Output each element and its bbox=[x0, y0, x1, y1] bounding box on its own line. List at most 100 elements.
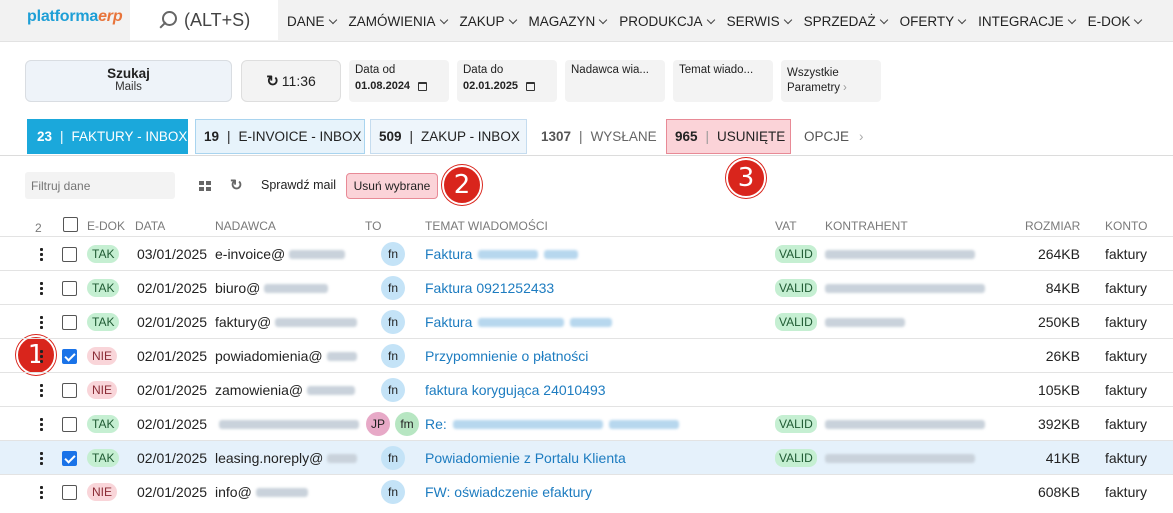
app-logo[interactable]: platformaerp bbox=[27, 8, 123, 26]
row-size: 84KB bbox=[1045, 280, 1080, 296]
grid-view-icon[interactable] bbox=[199, 181, 212, 191]
menu-oferty[interactable]: OFERTY bbox=[900, 14, 967, 29]
tab-opcje[interactable]: OPCJE › bbox=[796, 119, 876, 154]
col-header-edok[interactable]: E-DOK bbox=[87, 219, 125, 233]
row-menu-icon[interactable] bbox=[38, 271, 44, 305]
tab-wyslane[interactable]: 1307 | WYSŁANE bbox=[533, 119, 661, 154]
row-date: 02/01/2025 bbox=[137, 314, 208, 330]
menu-edok[interactable]: E-DOK bbox=[1088, 14, 1143, 29]
chevron-down-icon bbox=[706, 15, 715, 24]
search-mails-button[interactable]: Szukaj Mails bbox=[25, 60, 232, 102]
row-menu-icon[interactable] bbox=[38, 407, 44, 441]
row-menu-icon[interactable] bbox=[38, 339, 44, 373]
calendar-icon[interactable] bbox=[526, 81, 536, 91]
row-menu-icon[interactable] bbox=[38, 441, 44, 475]
row-subject-link[interactable]: Faktura 0921252433 bbox=[425, 280, 554, 296]
select-all-checkbox[interactable] bbox=[63, 214, 78, 234]
tab-zakup-inbox[interactable]: 509 | ZAKUP - INBOX bbox=[370, 119, 527, 154]
date-from-field[interactable]: Data od 01.08.2024 bbox=[349, 60, 449, 102]
col-header-to[interactable]: TO bbox=[365, 219, 381, 233]
table-row[interactable]: TAK 03/01/2025 e-invoice@ fn Faktura VALID 264… bbox=[0, 236, 1173, 270]
recipient-avatar: fn bbox=[381, 310, 405, 334]
refresh-icon[interactable]: ↻ bbox=[230, 176, 243, 194]
menu-serwis[interactable]: SERWIS bbox=[727, 14, 792, 29]
sender-filter-field[interactable]: Nadawca wia... bbox=[565, 60, 665, 102]
chevron-down-icon bbox=[1067, 15, 1076, 24]
global-search[interactable]: (ALT+S) bbox=[130, 0, 278, 40]
table-row[interactable]: NIE 02/01/2025 zamowienia@ fn faktura korygu… bbox=[0, 372, 1173, 406]
col-header-data[interactable]: DATA bbox=[135, 219, 165, 233]
row-checkbox[interactable] bbox=[62, 441, 82, 475]
edok-status-badge: NIE bbox=[87, 347, 118, 365]
row-account: faktury bbox=[1105, 314, 1148, 330]
menu-produkcja[interactable]: PRODUKCJA bbox=[619, 14, 715, 29]
row-menu-icon[interactable] bbox=[38, 237, 44, 271]
row-date: 02/01/2025 bbox=[137, 450, 208, 466]
redacted-subject bbox=[478, 249, 539, 259]
row-checkbox[interactable] bbox=[62, 407, 82, 441]
menu-integracje[interactable]: INTEGRACJE bbox=[978, 14, 1076, 29]
recipient-avatar: fm bbox=[395, 412, 419, 436]
chevron-down-icon bbox=[599, 15, 608, 24]
recipient-avatar: fn bbox=[381, 276, 405, 300]
annotation-badge-3: 3 bbox=[726, 158, 766, 198]
col-header-temat[interactable]: TEMAT WIADOMOŚCI bbox=[425, 219, 548, 233]
tab-faktury-inbox[interactable]: 23 | FAKTURY - INBOX bbox=[27, 119, 188, 154]
row-checkbox[interactable] bbox=[62, 373, 82, 407]
all-parameters-button[interactable]: Wszystkie Parametry › bbox=[781, 60, 881, 102]
subject-filter-field[interactable]: Temat wiado... bbox=[673, 60, 773, 102]
col-header-vat[interactable]: VAT bbox=[775, 219, 797, 233]
params-line2: Parametry bbox=[787, 82, 841, 94]
chevron-down-icon bbox=[957, 15, 967, 24]
row-account: faktury bbox=[1105, 450, 1148, 466]
table-row[interactable]: TAK 02/01/2025 faktury@ fn Faktura VALID 250KB… bbox=[0, 304, 1173, 338]
chevron-down-icon bbox=[328, 15, 337, 24]
row-subject-link[interactable]: Re: bbox=[425, 416, 447, 432]
menu-magazyn[interactable]: MAGAZYN bbox=[529, 14, 608, 29]
redacted-subject bbox=[570, 317, 613, 327]
col-header-konto[interactable]: KONTO bbox=[1105, 219, 1147, 233]
row-menu-icon[interactable] bbox=[38, 305, 44, 339]
row-subject-link[interactable]: Faktura bbox=[425, 246, 472, 262]
menu-dane[interactable]: DANE bbox=[287, 14, 337, 29]
row-checkbox[interactable] bbox=[62, 271, 82, 305]
refresh-icon: ↻ bbox=[266, 73, 279, 90]
table-row[interactable]: TAK 02/01/2025 leasing.noreply@ fn Powiadomi… bbox=[0, 440, 1173, 474]
vat-valid-badge: VALID bbox=[775, 245, 817, 263]
table-row[interactable]: TAK 02/01/2025 biuro@ fn Faktura 0921252433 V… bbox=[0, 270, 1173, 304]
col-header-rozmiar[interactable]: ROZMIAR bbox=[1025, 219, 1080, 233]
row-size: 264KB bbox=[1037, 246, 1080, 262]
row-subject-link[interactable]: Powiadomienie z Portalu Klienta bbox=[425, 450, 626, 466]
calendar-icon[interactable] bbox=[418, 81, 428, 91]
col-header-kontrahent[interactable]: KONTRAHENT bbox=[825, 219, 908, 233]
col-header-nadawca[interactable]: NADAWCA bbox=[215, 219, 276, 233]
row-subject-link[interactable]: Przypomnienie o płatności bbox=[425, 348, 588, 364]
row-date: 02/01/2025 bbox=[137, 416, 208, 432]
row-sender: info@ bbox=[215, 484, 252, 500]
tab-e-invoice-inbox[interactable]: 19 | E-INVOICE - INBOX bbox=[195, 119, 365, 154]
menu-sprzedaz[interactable]: SPRZEDAŻ bbox=[804, 14, 888, 29]
row-menu-icon[interactable] bbox=[38, 475, 44, 509]
date-from-label: Data od bbox=[355, 64, 396, 76]
row-subject-link[interactable]: Faktura bbox=[425, 314, 472, 330]
check-mail-button[interactable]: Sprawdź mail bbox=[261, 178, 336, 192]
row-checkbox[interactable] bbox=[62, 305, 82, 339]
table-row[interactable]: NIE 02/01/2025 powiadomienia@ fn Przypomnien… bbox=[0, 338, 1173, 372]
table-row[interactable]: TAK 02/01/2025 JP fm Re: VALID 392KB faktury bbox=[0, 406, 1173, 440]
row-checkbox[interactable] bbox=[62, 339, 82, 373]
table-row[interactable]: NIE 02/01/2025 info@ fn FW: oświadczenie efa… bbox=[0, 474, 1173, 508]
menu-zamowienia[interactable]: ZAMÓWIENIA bbox=[349, 14, 448, 29]
row-checkbox[interactable] bbox=[62, 237, 82, 271]
row-subject-link[interactable]: FW: oświadczenie efaktury bbox=[425, 484, 592, 500]
filter-data-input[interactable] bbox=[25, 172, 175, 199]
delete-selected-button[interactable]: Usuń wybrane bbox=[346, 173, 438, 199]
row-subject-link[interactable]: faktura korygująca 24010493 bbox=[425, 382, 606, 398]
row-checkbox[interactable] bbox=[62, 475, 82, 509]
menu-zakup[interactable]: ZAKUP bbox=[460, 14, 517, 29]
tab-usuniete[interactable]: 965 | USUNIĘTE bbox=[666, 119, 791, 154]
date-to-field[interactable]: Data do 02.01.2025 bbox=[457, 60, 557, 102]
refresh-button[interactable]: ↻ 11:36 bbox=[241, 60, 341, 102]
row-menu-icon[interactable] bbox=[38, 373, 44, 407]
subject-filter-label: Temat wiado... bbox=[679, 64, 754, 76]
chevron-right-icon: › bbox=[843, 82, 847, 94]
